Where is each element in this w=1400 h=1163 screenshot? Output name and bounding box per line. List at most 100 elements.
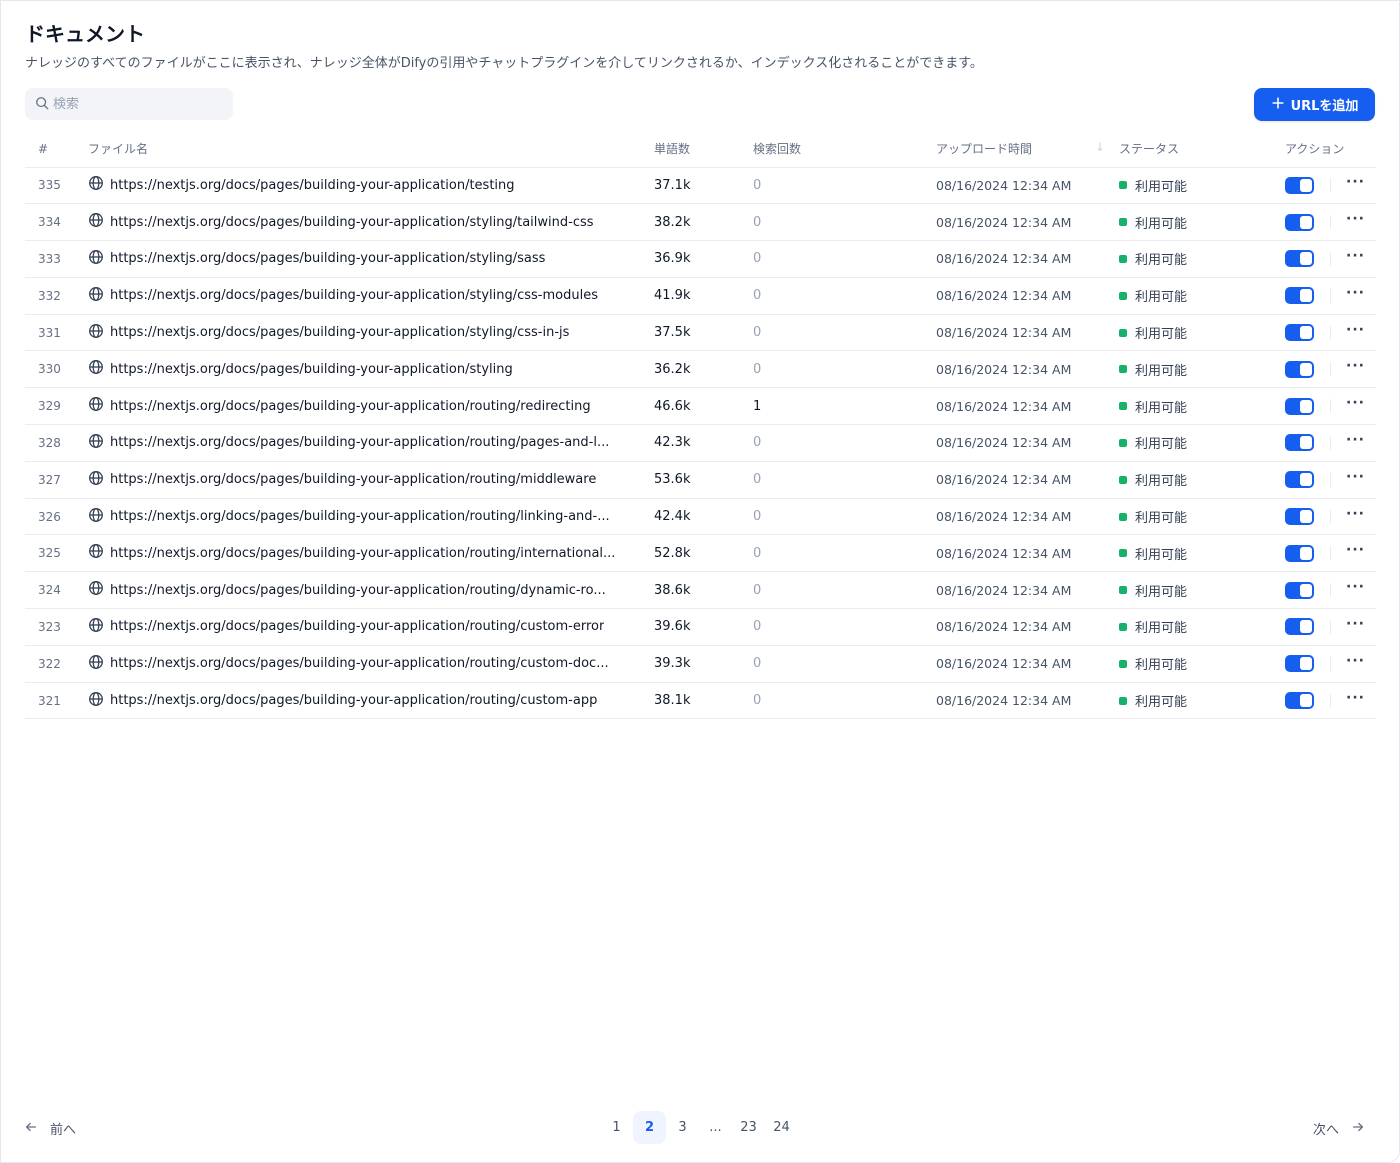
enable-toggle[interactable] [1285, 655, 1314, 673]
file-name[interactable]: https://nextjs.org/docs/pages/building-y… [110, 435, 609, 450]
file-name-cell[interactable]: https://nextjs.org/docs/pages/building-y… [88, 350, 654, 389]
enable-toggle[interactable] [1285, 397, 1314, 415]
divider [1330, 546, 1331, 561]
file-name[interactable]: https://nextjs.org/docs/pages/building-y… [110, 546, 615, 561]
more-horizontal-icon[interactable]: ··· [1346, 323, 1365, 341]
add-url-button[interactable]: URLを追加 [1254, 88, 1375, 121]
more-horizontal-icon[interactable]: ··· [1346, 470, 1365, 488]
file-name-cell[interactable]: https://nextjs.org/docs/pages/building-y… [88, 534, 654, 573]
file-name[interactable]: https://nextjs.org/docs/pages/building-y… [110, 362, 513, 377]
table-row[interactable]: 329 https://nextjs.org/docs/pages/buildin… [25, 387, 1376, 426]
file-name-cell[interactable]: https://nextjs.org/docs/pages/building-y… [88, 461, 654, 499]
file-name[interactable]: https://nextjs.org/docs/pages/building-y… [110, 178, 515, 193]
more-horizontal-icon[interactable]: ··· [1346, 543, 1365, 561]
search-input[interactable] [53, 96, 223, 112]
file-name[interactable]: https://nextjs.org/docs/pages/building-y… [110, 251, 545, 266]
header-upload-time[interactable]: アップロード時間 ↓ [936, 131, 1119, 168]
hit-count: 0 [753, 682, 936, 720]
file-name[interactable]: https://nextjs.org/docs/pages/building-y… [110, 288, 598, 303]
file-name-cell[interactable]: https://nextjs.org/docs/pages/building-y… [88, 608, 654, 646]
file-name-cell[interactable]: https://nextjs.org/docs/pages/building-y… [88, 424, 654, 462]
table-row[interactable]: 334 https://nextjs.org/docs/pages/buildin… [25, 203, 1376, 242]
enable-toggle[interactable] [1285, 692, 1314, 710]
enable-toggle[interactable] [1285, 434, 1314, 452]
word-count: 37.1k [654, 167, 753, 205]
more-horizontal-icon[interactable]: ··· [1346, 580, 1365, 598]
table-row[interactable]: 325 https://nextjs.org/docs/pages/buildin… [25, 534, 1376, 573]
more-horizontal-icon[interactable]: ··· [1346, 691, 1365, 709]
file-name[interactable]: https://nextjs.org/docs/pages/building-y… [110, 619, 604, 634]
row-num: 335 [25, 167, 88, 205]
enable-toggle[interactable] [1285, 508, 1314, 526]
table-row[interactable]: 333 https://nextjs.org/docs/pages/buildin… [25, 240, 1376, 278]
enable-toggle[interactable] [1285, 287, 1314, 305]
enable-toggle[interactable] [1285, 213, 1314, 231]
table-row[interactable]: 335 https://nextjs.org/docs/pages/buildin… [25, 167, 1376, 205]
word-count: 39.6k [654, 608, 753, 646]
plus-icon [1271, 96, 1285, 114]
table-row[interactable]: 328 https://nextjs.org/docs/pages/buildin… [25, 424, 1376, 462]
enable-toggle[interactable] [1285, 176, 1314, 194]
table-row[interactable]: 324 https://nextjs.org/docs/pages/buildin… [25, 571, 1376, 610]
more-horizontal-icon[interactable]: ··· [1346, 654, 1365, 672]
more-horizontal-icon[interactable]: ··· [1346, 396, 1365, 414]
next-page-label: 次へ [1313, 1123, 1340, 1138]
enable-toggle[interactable] [1285, 544, 1314, 562]
arrow-right-icon [1351, 1120, 1365, 1138]
page-number[interactable]: 24 [765, 1111, 798, 1144]
file-name[interactable]: https://nextjs.org/docs/pages/building-y… [110, 399, 591, 414]
status-dot [1119, 181, 1127, 190]
more-horizontal-icon[interactable]: ··· [1346, 359, 1365, 377]
more-horizontal-icon[interactable]: ··· [1346, 433, 1365, 451]
table-row[interactable]: 331 https://nextjs.org/docs/pages/buildin… [25, 314, 1376, 352]
prev-page-button[interactable]: 前へ [24, 1119, 76, 1138]
more-horizontal-icon[interactable]: ··· [1346, 175, 1365, 193]
table-row[interactable]: 322 https://nextjs.org/docs/pages/buildin… [25, 645, 1376, 683]
page-number[interactable]: 3 [666, 1111, 699, 1144]
table-row[interactable]: 326 https://nextjs.org/docs/pages/buildin… [25, 498, 1376, 536]
arrow-down-icon[interactable]: ↓ [1095, 140, 1105, 154]
file-name-cell[interactable]: https://nextjs.org/docs/pages/building-y… [88, 387, 654, 426]
more-horizontal-icon[interactable]: ··· [1346, 507, 1365, 525]
file-name-cell[interactable]: https://nextjs.org/docs/pages/building-y… [88, 203, 654, 242]
file-name[interactable]: https://nextjs.org/docs/pages/building-y… [110, 656, 609, 671]
more-horizontal-icon[interactable]: ··· [1346, 212, 1365, 230]
actions-cell: ··· [1285, 167, 1376, 205]
file-name-cell[interactable]: https://nextjs.org/docs/pages/building-y… [88, 277, 654, 315]
enable-toggle[interactable] [1285, 360, 1314, 378]
page-number[interactable]: 23 [732, 1111, 765, 1144]
page-number[interactable]: 2 [633, 1111, 666, 1144]
file-name[interactable]: https://nextjs.org/docs/pages/building-y… [110, 509, 610, 524]
table-row[interactable]: 330 https://nextjs.org/docs/pages/buildin… [25, 350, 1376, 389]
file-name[interactable]: https://nextjs.org/docs/pages/building-y… [110, 215, 594, 230]
file-name[interactable]: https://nextjs.org/docs/pages/building-y… [110, 693, 597, 708]
file-name-cell[interactable]: https://nextjs.org/docs/pages/building-y… [88, 314, 654, 352]
file-name-cell[interactable]: https://nextjs.org/docs/pages/building-y… [88, 682, 654, 720]
next-page-button[interactable]: 次へ [1313, 1119, 1365, 1138]
enable-toggle[interactable] [1285, 618, 1314, 636]
more-horizontal-icon[interactable]: ··· [1346, 249, 1365, 267]
enable-toggle[interactable] [1285, 581, 1314, 599]
search-box[interactable] [25, 88, 233, 120]
table-row[interactable]: 332 https://nextjs.org/docs/pages/buildin… [25, 277, 1376, 315]
word-count: 52.8k [654, 534, 753, 573]
header-upload-time-label: アップロード時間 [936, 142, 1033, 157]
more-horizontal-icon[interactable]: ··· [1346, 286, 1365, 304]
file-name-cell[interactable]: https://nextjs.org/docs/pages/building-y… [88, 240, 654, 278]
enable-toggle[interactable] [1285, 250, 1314, 268]
table-row[interactable]: 321 https://nextjs.org/docs/pages/buildin… [25, 682, 1376, 720]
enable-toggle[interactable] [1285, 324, 1314, 342]
file-name[interactable]: https://nextjs.org/docs/pages/building-y… [110, 325, 569, 340]
file-name-cell[interactable]: https://nextjs.org/docs/pages/building-y… [88, 571, 654, 610]
page-number[interactable]: 1 [600, 1111, 633, 1144]
file-name[interactable]: https://nextjs.org/docs/pages/building-y… [110, 583, 606, 598]
enable-toggle[interactable] [1285, 471, 1314, 489]
table-row[interactable]: 323 https://nextjs.org/docs/pages/buildin… [25, 608, 1376, 646]
file-name-cell[interactable]: https://nextjs.org/docs/pages/building-y… [88, 167, 654, 205]
file-name-cell[interactable]: https://nextjs.org/docs/pages/building-y… [88, 498, 654, 536]
file-name[interactable]: https://nextjs.org/docs/pages/building-y… [110, 472, 596, 487]
globe-icon [88, 691, 104, 711]
table-row[interactable]: 327 https://nextjs.org/docs/pages/buildin… [25, 461, 1376, 499]
more-horizontal-icon[interactable]: ··· [1346, 617, 1365, 635]
file-name-cell[interactable]: https://nextjs.org/docs/pages/building-y… [88, 645, 654, 683]
